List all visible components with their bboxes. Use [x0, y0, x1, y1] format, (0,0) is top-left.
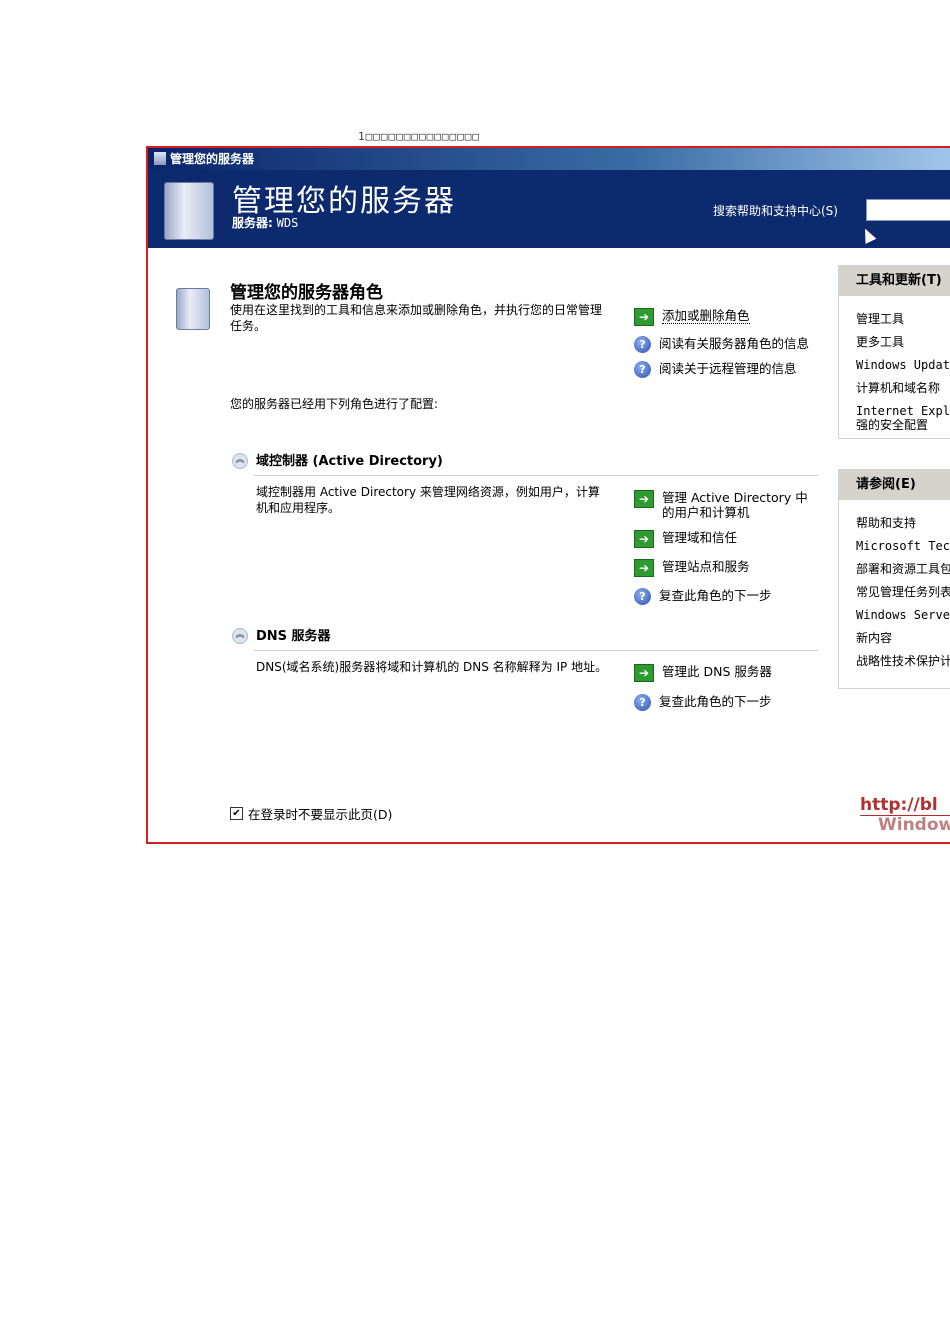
watermark-line: Window: [860, 815, 950, 835]
add-remove-role-link[interactable]: ➔ 添加或删除角色: [634, 308, 819, 326]
panel-link[interactable]: 战略性技术保护计划: [839, 654, 950, 668]
panel-link[interactable]: 管理工具: [839, 312, 950, 326]
link-label: 管理站点和服务: [662, 559, 750, 574]
role-title-ad: 域控制器 (Active Directory): [256, 454, 443, 469]
divider: [254, 650, 818, 651]
document-caption: 1□□□□□□□□□□□□□□□: [358, 130, 480, 143]
link-label: 管理域和信任: [662, 530, 738, 545]
manage-dns-link[interactable]: ➔ 管理此 DNS 服务器: [634, 664, 819, 682]
panel-header: 工具和更新(T): [839, 266, 950, 296]
link-label: 添加或删除角色: [662, 308, 750, 324]
header-banner: 管理您的服务器 服务器: WDS 搜索帮助和支持中心(S): [148, 170, 950, 248]
dont-show-checkbox-row[interactable]: ✔ 在登录时不要显示此页(D): [230, 804, 392, 823]
panel-link[interactable]: Internet Explorer 增强的安全配置: [839, 404, 950, 432]
dns-links: ➔ 管理此 DNS 服务器 ? 复查此角色的下一步: [634, 664, 819, 711]
server-label: 服务器:: [232, 216, 273, 230]
roles-description: 使用在这里找到的工具和信息来添加或删除角色，并执行您的日常管理任务。: [230, 303, 603, 333]
arrow-icon: ➔: [634, 490, 654, 508]
help-icon: ?: [634, 588, 651, 605]
window-title: 管理您的服务器: [170, 152, 255, 166]
manage-sites-services-link[interactable]: ➔ 管理站点和服务: [634, 559, 819, 577]
manage-domains-trusts-link[interactable]: ➔ 管理域和信任: [634, 530, 819, 548]
title-bar: 管理您的服务器: [148, 148, 950, 170]
tools-updates-panel: 工具和更新(T) 管理工具 更多工具 Windows Update 计算机和域名…: [838, 265, 950, 439]
link-label: 阅读关于远程管理的信息: [659, 361, 797, 376]
panel-link[interactable]: 更多工具: [839, 335, 950, 349]
panel-link[interactable]: Windows Update: [839, 358, 950, 372]
help-icon: ?: [634, 361, 651, 378]
collapse-chevron-icon[interactable]: ︽: [232, 628, 248, 644]
link-label: 复查此角色的下一步: [659, 694, 772, 709]
role-title-dns: DNS 服务器: [256, 629, 331, 644]
ad-links: ➔ 管理 Active Directory 中的用户和计算机 ➔ 管理域和信任 ➔ 管…: [634, 490, 819, 605]
watermark: http://bl Window: [860, 796, 950, 835]
server-name: 服务器: WDS: [232, 214, 298, 231]
watermark-line: http://bl: [860, 795, 938, 815]
configured-text: 您的服务器已经用下列角色进行了配置:: [230, 397, 439, 411]
review-next-steps-link[interactable]: ? 复查此角色的下一步: [634, 588, 819, 605]
checkbox[interactable]: ✔: [230, 807, 243, 820]
role-description-dns: DNS(域名系统)服务器将域和计算机的 DNS 名称解释为 IP 地址。: [256, 660, 608, 674]
panel-link[interactable]: 帮助和支持: [839, 516, 950, 530]
panel-link[interactable]: 部署和资源工具包: [839, 562, 950, 576]
server-large-icon: [164, 182, 214, 240]
see-also-panel: 请参阅(E) 帮助和支持 Microsoft TechNet 部署和资源工具包 …: [838, 469, 950, 689]
read-remote-admin-link[interactable]: ? 阅读关于远程管理的信息: [634, 361, 819, 378]
link-label: 复查此角色的下一步: [659, 588, 772, 603]
read-roles-info-link[interactable]: ? 阅读有关服务器角色的信息: [634, 336, 819, 353]
arrow-icon: ➔: [634, 530, 654, 548]
arrow-icon: ➔: [634, 559, 654, 577]
server-roles-icon: [176, 288, 210, 330]
role-description-ad: 域控制器用 Active Directory 来管理网络资源，例如用户，计算机和…: [256, 485, 600, 515]
panel-link[interactable]: Microsoft TechNet: [839, 539, 950, 553]
server-icon: [154, 152, 166, 165]
panel-link[interactable]: 常见管理任务列表: [839, 585, 950, 599]
mouse-cursor-icon: [859, 226, 877, 244]
review-next-steps-link[interactable]: ? 复查此角色的下一步: [634, 694, 819, 711]
panel-link[interactable]: Windows Server Communities: [839, 608, 950, 622]
server-value: WDS: [276, 216, 299, 230]
roles-heading: 管理您的服务器角色: [230, 283, 383, 303]
panel-header: 请参阅(E): [839, 470, 950, 500]
search-label: 搜索帮助和支持中心(S): [713, 204, 838, 218]
manage-server-window: 管理您的服务器 管理您的服务器 服务器: WDS 搜索帮助和支持中心(S) 管理…: [146, 146, 950, 844]
arrow-icon: ➔: [634, 308, 654, 326]
collapse-chevron-icon[interactable]: ︽: [232, 453, 248, 469]
search-input[interactable]: [866, 199, 950, 221]
arrow-icon: ➔: [634, 664, 654, 682]
manage-ad-users-link[interactable]: ➔ 管理 Active Directory 中的用户和计算机: [634, 490, 819, 520]
checkbox-label: 在登录时不要显示此页(D): [248, 807, 393, 822]
link-label: 管理 Active Directory 中的用户和计算机: [662, 490, 808, 520]
link-label: 阅读有关服务器角色的信息: [659, 336, 810, 351]
help-icon: ?: [634, 694, 651, 711]
panel-link[interactable]: 新内容: [839, 631, 950, 645]
divider: [254, 475, 818, 476]
help-icon: ?: [634, 336, 651, 353]
top-links: ➔ 添加或删除角色 ? 阅读有关服务器角色的信息 ? 阅读关于远程管理的信息: [634, 308, 819, 378]
panel-link[interactable]: 计算机和域名称: [839, 381, 950, 395]
link-label: 管理此 DNS 服务器: [662, 664, 772, 679]
